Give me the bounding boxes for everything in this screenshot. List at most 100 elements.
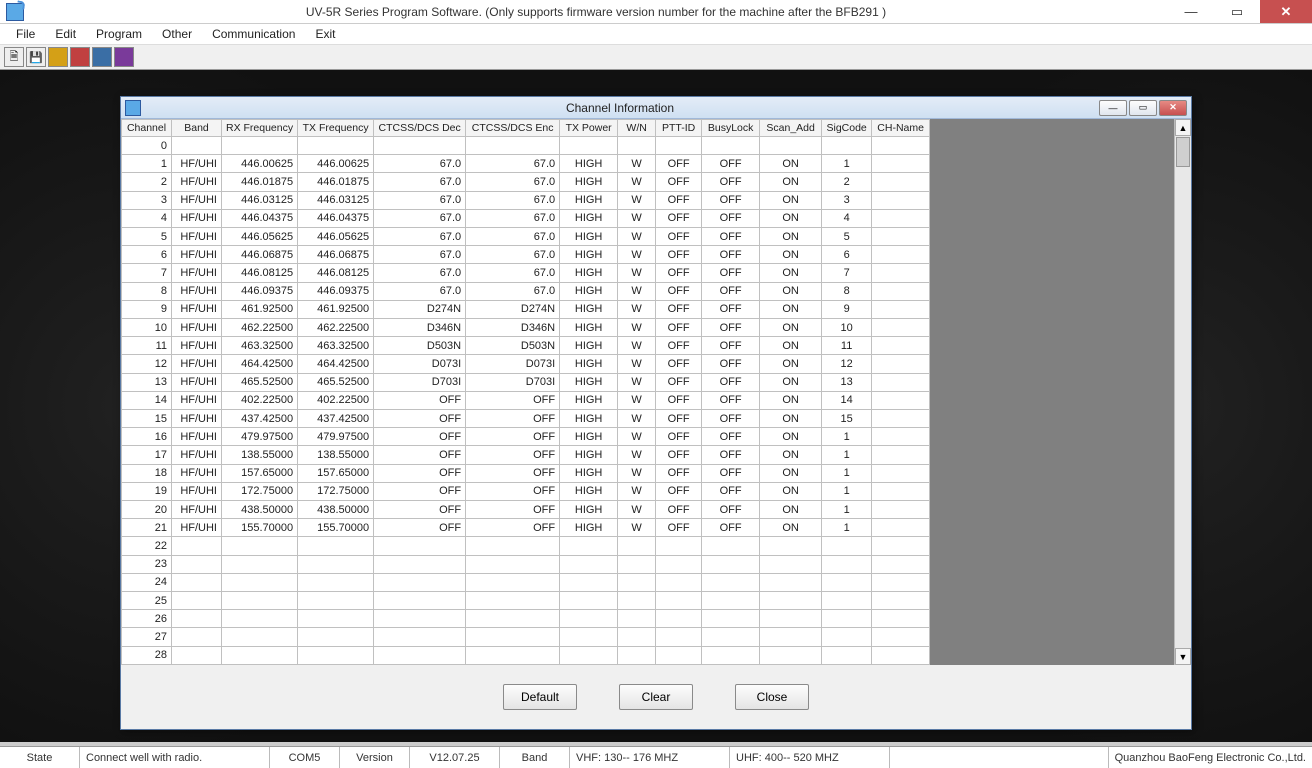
- toolbar-open-icon[interactable]: [48, 47, 68, 67]
- cell-ch[interactable]: 26: [122, 610, 172, 628]
- menu-other[interactable]: Other: [152, 25, 202, 43]
- cell-ch[interactable]: 9: [122, 300, 172, 318]
- cell-wn[interactable]: W: [618, 391, 656, 409]
- cell-tx[interactable]: 446.03125: [298, 191, 374, 209]
- cell-tx[interactable]: 437.42500: [298, 410, 374, 428]
- cell-wn[interactable]: W: [618, 246, 656, 264]
- table-row[interactable]: 21HF/UHI155.70000155.70000OFFOFFHIGHWOFF…: [122, 519, 930, 537]
- cell-ptt[interactable]: OFF: [656, 228, 702, 246]
- cell-dec[interactable]: [374, 628, 466, 646]
- cell-scan[interactable]: [760, 628, 822, 646]
- cell-dec[interactable]: [374, 573, 466, 591]
- cell-tx[interactable]: 446.00625: [298, 155, 374, 173]
- cell-enc[interactable]: [466, 137, 560, 155]
- cell-wn[interactable]: W: [618, 482, 656, 500]
- cell-ch[interactable]: 19: [122, 482, 172, 500]
- cell-name[interactable]: [872, 464, 930, 482]
- cell-band[interactable]: HF/UHI: [172, 319, 222, 337]
- cell-scan[interactable]: [760, 537, 822, 555]
- cell-sig[interactable]: 11: [822, 337, 872, 355]
- cell-scan[interactable]: ON: [760, 482, 822, 500]
- cell-busy[interactable]: [702, 555, 760, 573]
- minimize-button[interactable]: —: [1168, 0, 1214, 23]
- cell-wn[interactable]: W: [618, 464, 656, 482]
- cell-enc[interactable]: 67.0: [466, 209, 560, 227]
- col-header[interactable]: CH-Name: [872, 120, 930, 137]
- cell-band[interactable]: HF/UHI: [172, 519, 222, 537]
- cell-ch[interactable]: 2: [122, 173, 172, 191]
- cell-rx[interactable]: 437.42500: [222, 410, 298, 428]
- cell-pwr[interactable]: HIGH: [560, 373, 618, 391]
- cell-scan[interactable]: ON: [760, 410, 822, 428]
- col-header[interactable]: Channel: [122, 120, 172, 137]
- cell-sig[interactable]: 1: [822, 464, 872, 482]
- table-row[interactable]: 17HF/UHI138.55000138.55000OFFOFFHIGHWOFF…: [122, 446, 930, 464]
- cell-name[interactable]: [872, 573, 930, 591]
- cell-name[interactable]: [872, 264, 930, 282]
- cell-scan[interactable]: ON: [760, 191, 822, 209]
- cell-rx[interactable]: 479.97500: [222, 428, 298, 446]
- close-dialog-button[interactable]: Close: [735, 684, 809, 710]
- cell-sig[interactable]: 3: [822, 191, 872, 209]
- cell-sig[interactable]: [822, 555, 872, 573]
- table-row[interactable]: 2HF/UHI446.01875446.0187567.067.0HIGHWOF…: [122, 173, 930, 191]
- cell-wn[interactable]: W: [618, 155, 656, 173]
- cell-band[interactable]: HF/UHI: [172, 246, 222, 264]
- cell-pwr[interactable]: [560, 573, 618, 591]
- cell-pwr[interactable]: HIGH: [560, 464, 618, 482]
- menu-exit[interactable]: Exit: [305, 25, 345, 43]
- cell-wn[interactable]: [618, 573, 656, 591]
- cell-tx[interactable]: [298, 573, 374, 591]
- default-button[interactable]: Default: [503, 684, 577, 710]
- cell-scan[interactable]: [760, 137, 822, 155]
- cell-dec[interactable]: OFF: [374, 410, 466, 428]
- col-header[interactable]: TX Power: [560, 120, 618, 137]
- cell-pwr[interactable]: [560, 592, 618, 610]
- cell-tx[interactable]: 446.04375: [298, 209, 374, 227]
- cell-sig[interactable]: 1: [822, 482, 872, 500]
- cell-ch[interactable]: 27: [122, 628, 172, 646]
- cell-pwr[interactable]: HIGH: [560, 446, 618, 464]
- cell-scan[interactable]: ON: [760, 155, 822, 173]
- clear-button[interactable]: Clear: [619, 684, 693, 710]
- table-row[interactable]: 20HF/UHI438.50000438.50000OFFOFFHIGHWOFF…: [122, 501, 930, 519]
- cell-ptt[interactable]: OFF: [656, 264, 702, 282]
- cell-ch[interactable]: 7: [122, 264, 172, 282]
- cell-wn[interactable]: W: [618, 519, 656, 537]
- cell-wn[interactable]: W: [618, 355, 656, 373]
- cell-name[interactable]: [872, 355, 930, 373]
- cell-tx[interactable]: [298, 646, 374, 664]
- cell-band[interactable]: HF/UHI: [172, 482, 222, 500]
- cell-name[interactable]: [872, 501, 930, 519]
- cell-enc[interactable]: 67.0: [466, 228, 560, 246]
- cell-sig[interactable]: 7: [822, 264, 872, 282]
- cell-enc[interactable]: [466, 537, 560, 555]
- table-row[interactable]: 25: [122, 592, 930, 610]
- cell-sig[interactable]: 1: [822, 446, 872, 464]
- cell-sig[interactable]: 5: [822, 228, 872, 246]
- cell-name[interactable]: [872, 446, 930, 464]
- cell-pwr[interactable]: HIGH: [560, 264, 618, 282]
- cell-band[interactable]: HF/UHI: [172, 282, 222, 300]
- cell-enc[interactable]: [466, 555, 560, 573]
- cell-sig[interactable]: 1: [822, 501, 872, 519]
- cell-rx[interactable]: [222, 555, 298, 573]
- cell-band[interactable]: [172, 628, 222, 646]
- cell-ptt[interactable]: [656, 555, 702, 573]
- cell-ptt[interactable]: OFF: [656, 355, 702, 373]
- cell-tx[interactable]: 172.75000: [298, 482, 374, 500]
- cell-tx[interactable]: [298, 628, 374, 646]
- cell-band[interactable]: HF/UHI: [172, 337, 222, 355]
- cell-dec[interactable]: 67.0: [374, 173, 466, 191]
- cell-busy[interactable]: OFF: [702, 464, 760, 482]
- cell-band[interactable]: HF/UHI: [172, 191, 222, 209]
- cell-ch[interactable]: 0: [122, 137, 172, 155]
- cell-ptt[interactable]: [656, 592, 702, 610]
- cell-sig[interactable]: [822, 628, 872, 646]
- cell-ptt[interactable]: OFF: [656, 155, 702, 173]
- cell-ptt[interactable]: OFF: [656, 410, 702, 428]
- toolbar-settings-icon[interactable]: [114, 47, 134, 67]
- menu-communication[interactable]: Communication: [202, 25, 305, 43]
- cell-band[interactable]: HF/UHI: [172, 446, 222, 464]
- table-row[interactable]: 3HF/UHI446.03125446.0312567.067.0HIGHWOF…: [122, 191, 930, 209]
